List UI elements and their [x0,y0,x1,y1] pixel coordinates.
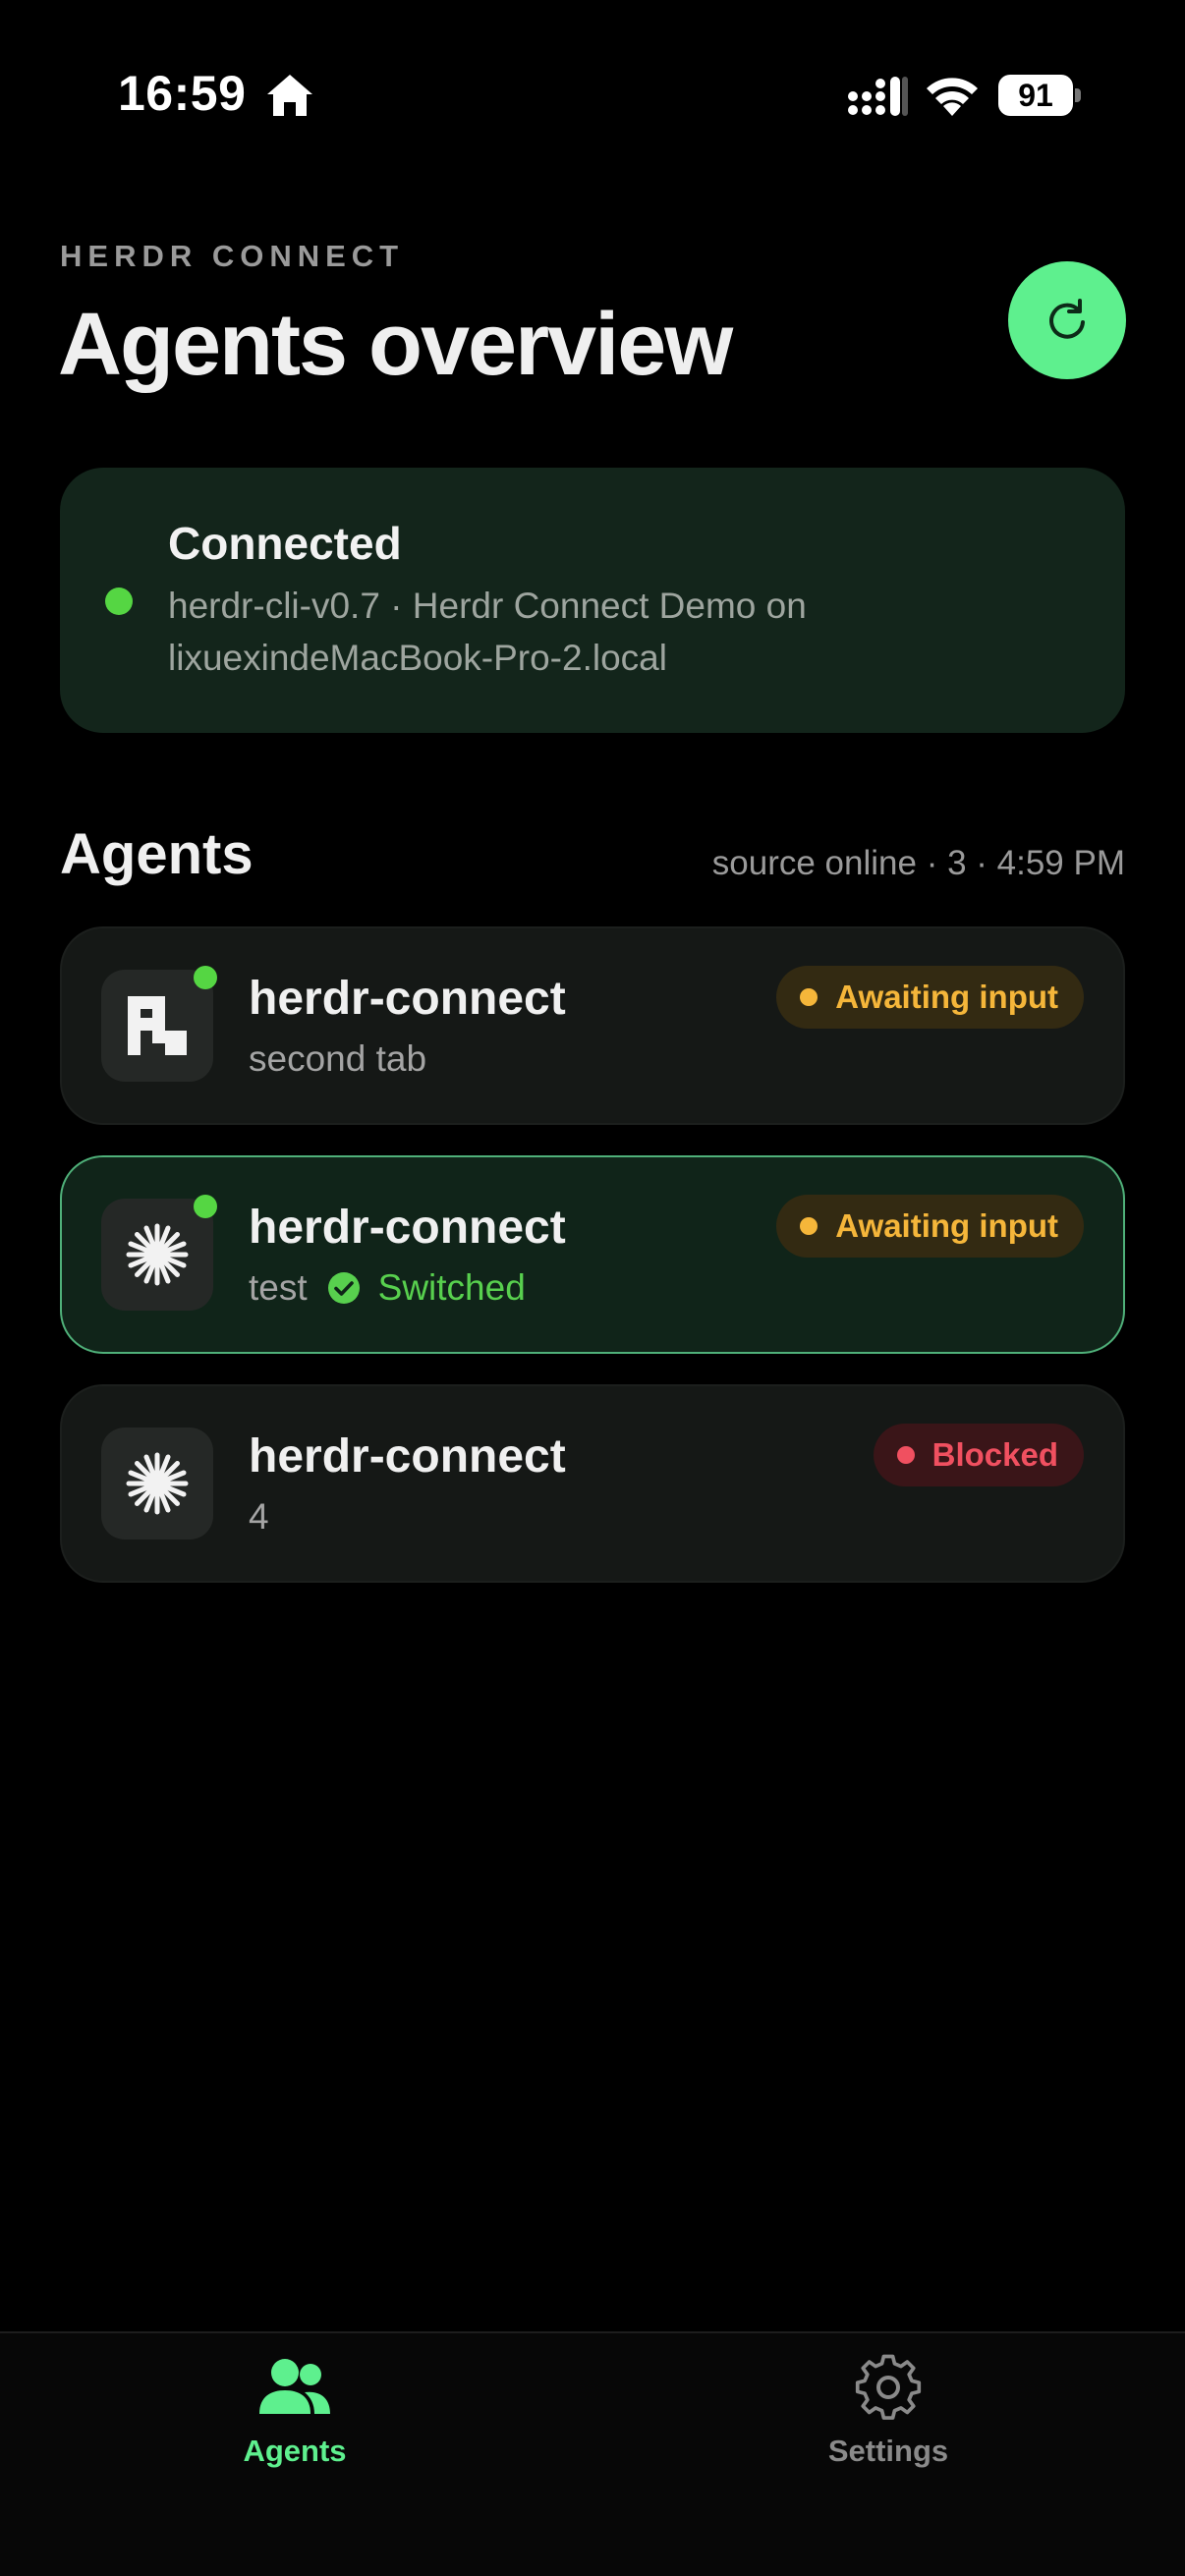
agent-subtitle-text: 4 [249,1496,269,1537]
agent-name: herdr-connect [249,1202,566,1254]
connection-description: herdr-cli-v0.7 · Herdr Connect Demo on l… [168,586,807,678]
agent-subtitle: 4 [249,1496,269,1538]
agents-section-meta: source online · 3 · 4:59 PM [711,844,1125,882]
agent-avatar [101,1199,213,1311]
status-badge: Awaiting input [776,966,1084,1029]
status-badge: Awaiting input [776,1195,1084,1258]
status-dot [896,1446,915,1464]
tab-settings[interactable]: Settings [741,2353,1036,2469]
agent-subtitle-text: second tab [249,1038,427,1079]
status-dot [800,988,818,1006]
tab-bar: Agents Settings [0,2331,1185,2576]
sparkle-icon [126,1223,189,1286]
check-circle-icon [327,1272,360,1304]
home-icon [267,75,312,116]
status-badge: Blocked [873,1424,1084,1486]
agent-card[interactable]: herdr-connect second tab Awaiting input [60,926,1125,1125]
agent-card[interactable]: herdr-connect 4 Blocked [60,1384,1125,1583]
agent-name: herdr-connect [249,973,566,1025]
page-title: Agents overview [58,296,733,394]
agent-avatar [101,1428,213,1540]
connection-status-dot [105,588,133,615]
status-badge-label: Awaiting input [835,1207,1058,1244]
status-bar: 16:59 91 [0,0,1185,196]
battery-level: 91 [1018,78,1053,113]
status-dot [800,1217,818,1235]
tab-agents[interactable]: Agents [147,2353,442,2469]
signal-icon [848,77,908,116]
connection-card[interactable]: Connected herdr-cli-v0.7 · Herdr Connect… [60,468,1125,733]
connection-title: Connected [168,518,402,569]
status-badge-label: Blocked [931,1436,1058,1473]
status-time: 16:59 [118,66,247,121]
agent-card[interactable]: herdr-connect test Switched Awaiting inp… [60,1155,1125,1354]
screen: 16:59 91 HERDR CONNECT Agents overview C… [0,0,1185,2576]
agent-avatar [101,970,213,1082]
refresh-button[interactable] [1008,261,1126,379]
agent-subtitle: test Switched [249,1267,526,1309]
tab-agents-label: Agents [243,2434,347,2468]
agents-icon [259,2359,330,2414]
agent-online-dot [194,1195,217,1218]
agent-subtitle: second tab [249,1038,426,1080]
wifi-icon [927,78,978,116]
agents-section-title: Agents [60,822,254,886]
agent-subtitle-text: test [249,1267,308,1308]
gear-icon [855,2354,922,2420]
sparkle-icon [126,1452,189,1515]
agent-name: herdr-connect [249,1430,566,1483]
switched-label: Switched [377,1267,526,1308]
battery-icon: 91 [998,75,1081,116]
app-eyebrow: HERDR CONNECT [60,239,405,273]
herdr-logo-icon [128,996,187,1055]
status-badge-label: Awaiting input [835,979,1058,1015]
switched-indicator: Switched [327,1267,526,1309]
refresh-icon [1049,299,1085,339]
tab-settings-label: Settings [827,2434,949,2468]
agent-online-dot [194,966,217,989]
